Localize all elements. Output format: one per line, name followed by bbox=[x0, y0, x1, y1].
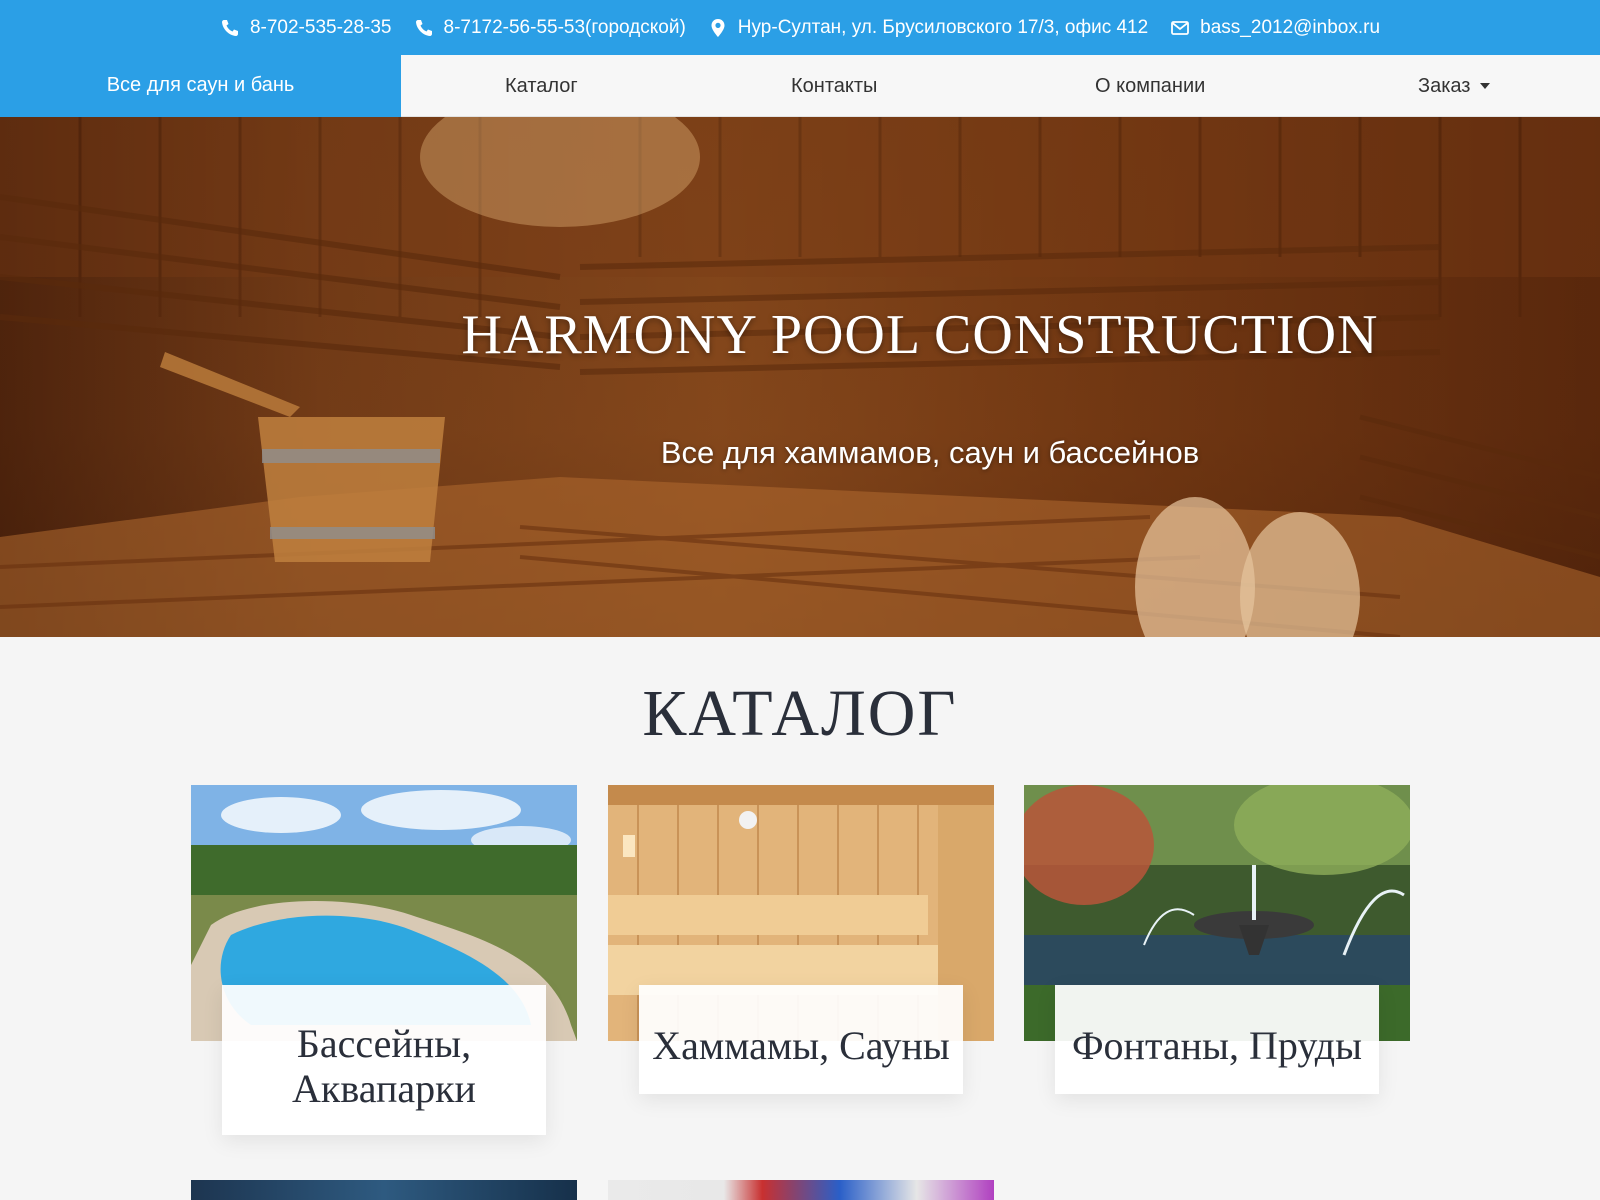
catalog-card-caption: Фонтаны, Пруды bbox=[1055, 985, 1379, 1094]
mail-icon bbox=[1170, 18, 1190, 38]
sauna-background-image bbox=[0, 117, 1600, 637]
catalog-card-caption: Хаммамы, Сауны bbox=[639, 985, 963, 1094]
caption-line-1: Фонтаны, Пруды bbox=[1071, 1023, 1363, 1068]
phone-1-text: 8-702-535-28-35 bbox=[249, 16, 392, 38]
catalog-card-fountains[interactable]: Фонтаны, Пруды bbox=[1024, 785, 1410, 1094]
email[interactable]: bass_2012@inbox.ru bbox=[1170, 17, 1380, 39]
contact-bar: 8-702-535-28-35 8-7172-56-55-53(городско… bbox=[0, 0, 1600, 55]
caption-line-1: Хаммамы, Сауны bbox=[652, 1023, 950, 1068]
address-text: Нур-Султан, ул. Брусиловского 17/3, офис… bbox=[737, 16, 1149, 38]
catalog-heading: КАТАЛОГ bbox=[642, 677, 958, 750]
caret-down-icon bbox=[1480, 83, 1491, 89]
hero-title: HARMONY POOL CONSTRUCTION bbox=[461, 304, 1379, 366]
phone-1[interactable]: 8-702-535-28-35 bbox=[220, 17, 392, 39]
nav-order-label: Заказ bbox=[1418, 74, 1471, 97]
hero-subtitle: Все для хаммамов, саун и бассейнов bbox=[660, 435, 1200, 470]
catalog-card-pools[interactable]: Бассейны, Аквапарки bbox=[191, 785, 577, 1135]
hero-banner: HARMONY POOL CONSTRUCTION Все для хаммам… bbox=[0, 117, 1600, 637]
caption-line-2: Аквапарки bbox=[292, 1066, 476, 1111]
address: Нур-Султан, ул. Брусиловского 17/3, офис… bbox=[708, 17, 1148, 39]
nav-order-dropdown[interactable]: Заказ bbox=[1418, 55, 1491, 117]
phone-icon bbox=[414, 18, 434, 38]
catalog-card-partial[interactable] bbox=[191, 1180, 577, 1200]
catalog-card-partial[interactable] bbox=[608, 1180, 994, 1200]
map-pin-icon bbox=[708, 18, 728, 38]
nav-about[interactable]: О компании bbox=[1095, 55, 1205, 117]
nav-contacts[interactable]: Контакты bbox=[791, 55, 877, 117]
catalog-card-saunas[interactable]: Хаммамы, Сауны bbox=[608, 785, 994, 1094]
caption-line-1: Бассейны, bbox=[296, 1021, 472, 1066]
phone-2-text: 8-7172-56-55-53(городской) bbox=[443, 16, 686, 38]
main-nav: Все для саун и бань Каталог Контакты О к… bbox=[0, 54, 1600, 117]
email-text: bass_2012@inbox.ru bbox=[1200, 16, 1381, 38]
phone-2[interactable]: 8-7172-56-55-53(городской) bbox=[414, 17, 686, 39]
phone-icon bbox=[220, 18, 240, 38]
nav-catalog[interactable]: Каталог bbox=[505, 55, 578, 117]
brand-link[interactable]: Все для саун и бань bbox=[0, 54, 401, 117]
catalog-card-caption: Бассейны, Аквапарки bbox=[222, 985, 546, 1135]
